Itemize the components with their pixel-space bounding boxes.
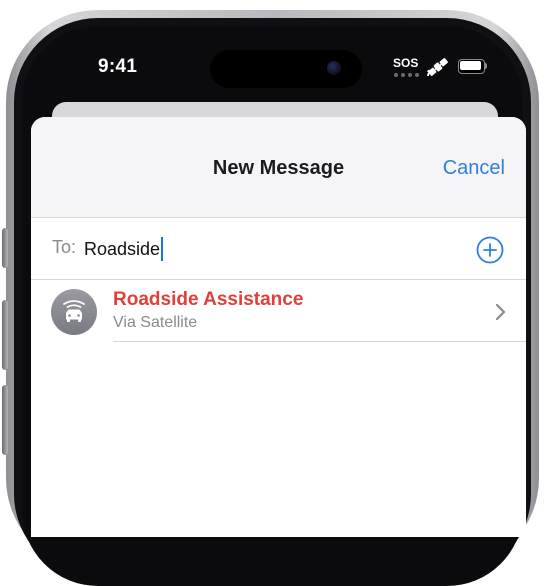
new-message-sheet: New Message Cancel To: Roadside Roadside… xyxy=(31,117,526,537)
header-divider xyxy=(31,217,526,218)
signal-dots xyxy=(394,73,419,77)
satellite-icon xyxy=(427,58,448,77)
row-divider xyxy=(113,341,526,342)
recipient-input[interactable]: Roadside xyxy=(84,237,164,261)
cancel-button[interactable]: Cancel xyxy=(443,157,505,180)
recipient-divider xyxy=(31,279,526,280)
volume-down-button xyxy=(2,385,8,455)
battery-icon xyxy=(458,59,488,74)
chevron-right-icon xyxy=(495,303,506,321)
avatar xyxy=(51,289,97,335)
front-camera xyxy=(327,61,341,75)
action-button xyxy=(2,228,8,268)
plus-circle-icon[interactable] xyxy=(475,235,505,265)
sheet-header: New Message Cancel xyxy=(31,117,526,217)
car-icon xyxy=(63,300,85,322)
battery-fill xyxy=(460,61,481,70)
text-cursor xyxy=(161,237,164,261)
suggestion-row[interactable]: Roadside Assistance Via Satellite xyxy=(31,281,526,343)
status-time: 9:41 xyxy=(98,56,138,77)
suggestion-name: Roadside Assistance xyxy=(113,289,304,310)
recipient-input-text[interactable]: Roadside xyxy=(84,239,160,260)
volume-up-button xyxy=(2,300,8,370)
suggestion-subtitle: Via Satellite xyxy=(113,314,198,331)
sos-label: SOS xyxy=(393,56,419,70)
sos-indicator: SOS xyxy=(393,56,423,80)
to-label: To: xyxy=(52,237,77,257)
